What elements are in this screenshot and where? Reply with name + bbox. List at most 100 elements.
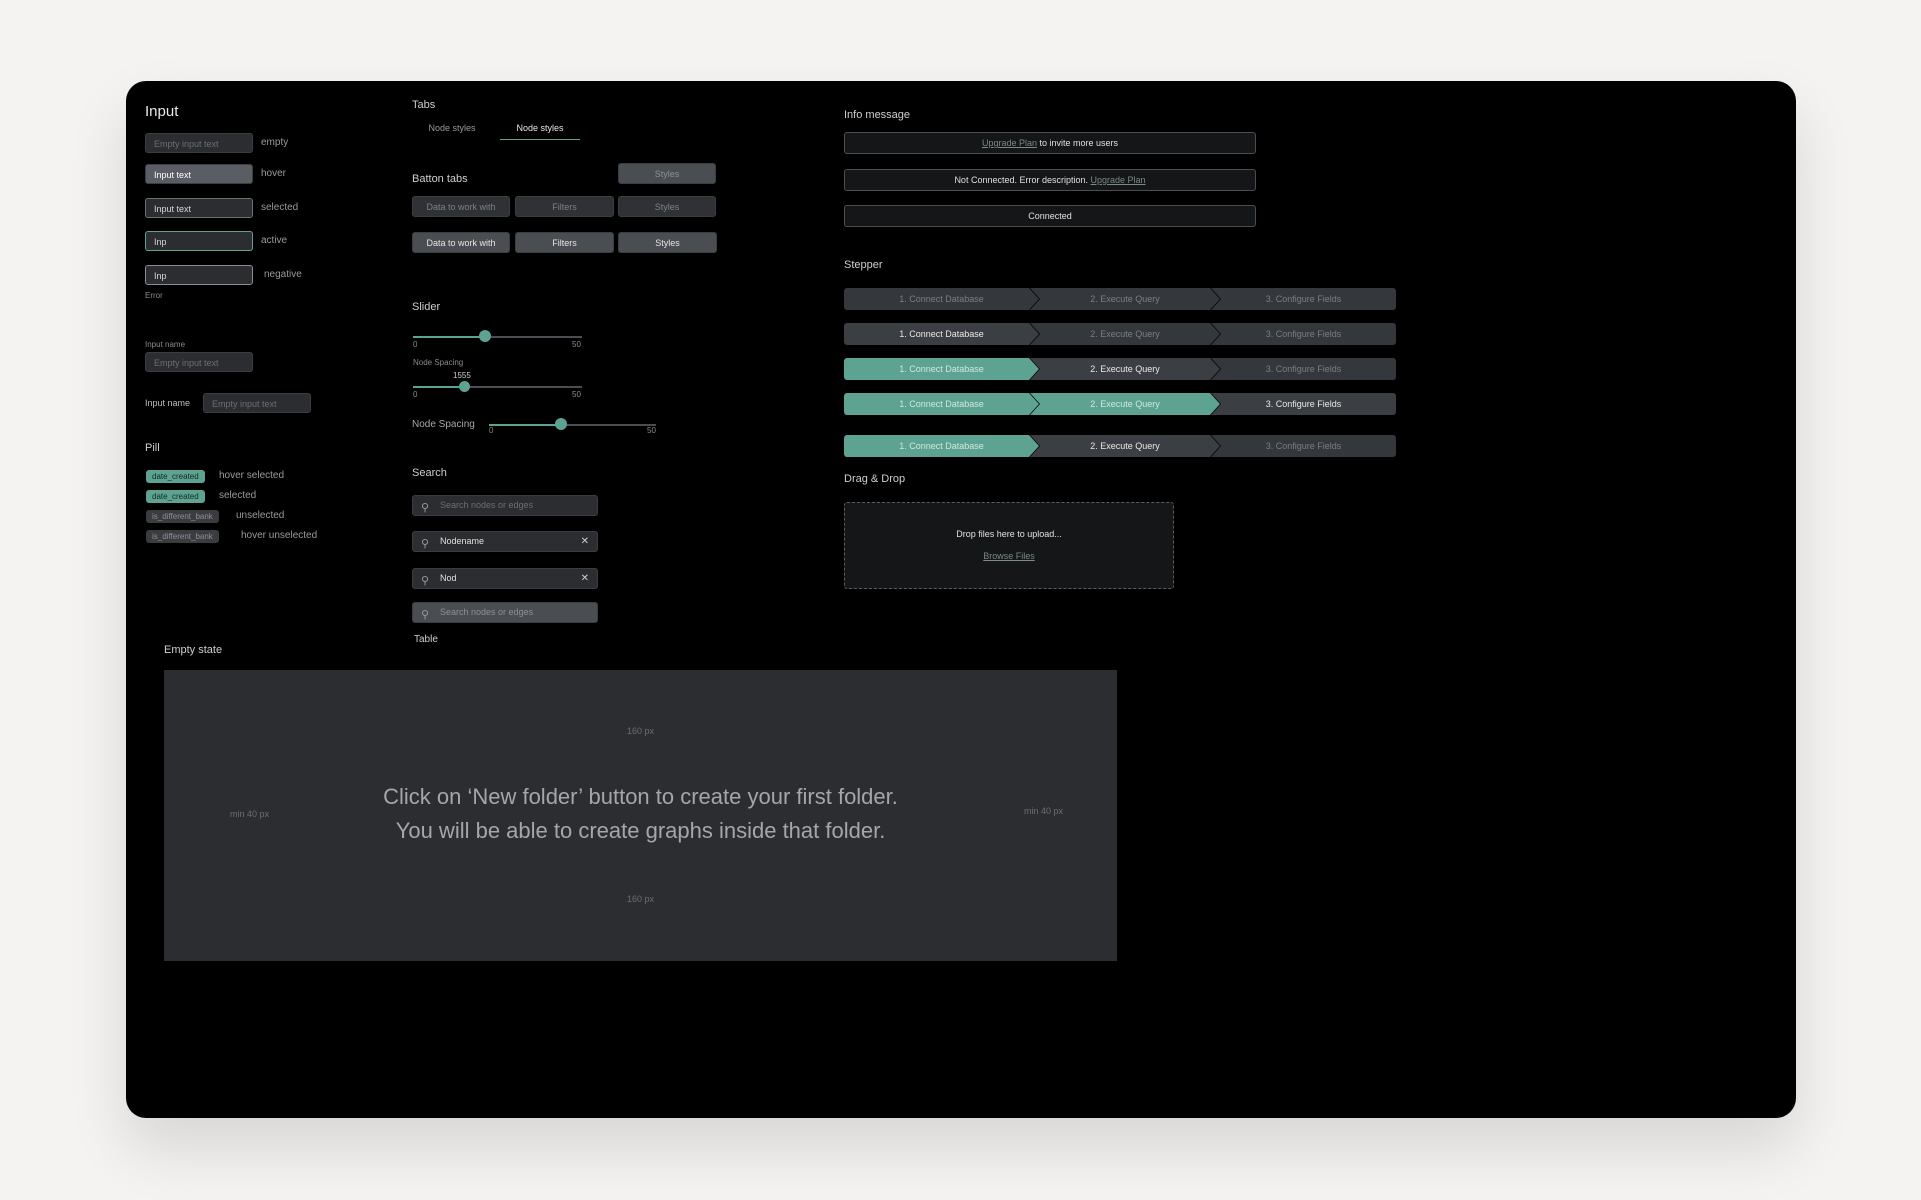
button-tab-filters-active[interactable]: Filters bbox=[515, 232, 614, 253]
step-execute-query[interactable]: 2. Execute Query bbox=[1030, 358, 1220, 380]
step-connect-database[interactable]: 1. Connect Database bbox=[844, 323, 1039, 345]
slider-2-handle[interactable] bbox=[459, 381, 470, 392]
slider-2-min: 0 bbox=[413, 390, 418, 399]
button-tab-styles[interactable]: Styles bbox=[618, 196, 716, 217]
spacing-top-label: 160 px bbox=[626, 726, 655, 736]
pill-state-hover-selected: hover selected bbox=[219, 470, 285, 481]
info-message-connected: Connected bbox=[844, 205, 1256, 227]
input-name-label: Input name bbox=[145, 340, 186, 349]
input-negative[interactable]: Inp bbox=[145, 265, 253, 285]
slider-2-value: 1555 bbox=[453, 371, 471, 380]
close-icon[interactable]: ✕ bbox=[581, 532, 589, 551]
search-placeholder-hover: Search nodes or edges bbox=[440, 607, 534, 617]
pill-state-hover-unselected: hover unselected bbox=[241, 530, 318, 541]
button-tabs-section-title: Batton tabs bbox=[412, 173, 468, 185]
drop-zone[interactable]: Drop files here to upload... Browse File… bbox=[844, 502, 1174, 589]
input-name-inline-label: Input name bbox=[145, 398, 191, 408]
drop-zone-text: Drop files here to upload... bbox=[956, 529, 1062, 539]
slider-1-min: 0 bbox=[413, 340, 418, 349]
stepper-row-1: 1. Connect Database 2. Execute Query 3. … bbox=[844, 288, 1396, 310]
stepper-row-5: 1. Connect Database 2. Execute Query 3. … bbox=[844, 435, 1396, 457]
button-tab-styles-active[interactable]: Styles bbox=[618, 232, 717, 253]
slider-2-fill bbox=[413, 386, 465, 388]
state-label-empty: empty bbox=[261, 137, 289, 148]
state-label-hover: hover bbox=[261, 168, 287, 179]
tab-node-styles-1[interactable]: Node styles bbox=[412, 117, 492, 139]
tab-node-styles-2[interactable]: Node styles bbox=[500, 117, 580, 140]
search-icon: ⚲ bbox=[421, 575, 430, 587]
step-execute-query[interactable]: 2. Execute Query bbox=[1030, 288, 1220, 310]
slider-section-title: Slider bbox=[412, 301, 441, 313]
slider-1-handle[interactable] bbox=[479, 330, 491, 342]
search-input-hover[interactable]: ⚲ Search nodes or edges bbox=[412, 602, 598, 623]
input-section-title: Input bbox=[145, 103, 179, 120]
browse-files-link[interactable]: Browse Files bbox=[845, 551, 1173, 561]
search-icon: ⚲ bbox=[421, 538, 430, 550]
step-execute-query[interactable]: 2. Execute Query bbox=[1030, 435, 1220, 457]
stepper-section-title: Stepper bbox=[844, 259, 883, 271]
pill-unselected[interactable]: is_different_bank bbox=[146, 510, 219, 523]
search-icon: ⚲ bbox=[421, 502, 430, 514]
table-label: Table bbox=[414, 634, 438, 645]
step-configure-fields[interactable]: 3. Configure Fields bbox=[1211, 358, 1396, 380]
pill-selected[interactable]: date_created bbox=[146, 490, 205, 503]
step-execute-query[interactable]: 2. Execute Query bbox=[1030, 393, 1220, 415]
error-message-text: Not Connected. Error description. bbox=[954, 175, 1091, 185]
empty-state-line-2: You will be able to create graphs inside… bbox=[395, 818, 886, 843]
search-input-typing[interactable]: ⚲ Nod ✕ bbox=[412, 568, 598, 589]
search-input-empty[interactable]: ⚲ Search nodes or edges bbox=[412, 495, 598, 516]
empty-state-line-1: Click on ‘New folder’ button to create y… bbox=[383, 784, 898, 809]
close-icon[interactable]: ✕ bbox=[581, 569, 589, 588]
slider-3-fill bbox=[489, 424, 559, 426]
info-section-title: Info message bbox=[844, 109, 911, 121]
input-hover[interactable]: Input text bbox=[145, 164, 253, 184]
input-active[interactable]: Inp bbox=[145, 231, 253, 251]
step-connect-database[interactable]: 1. Connect Database bbox=[844, 358, 1039, 380]
pill-state-unselected: unselected bbox=[236, 510, 285, 521]
slider-1-fill bbox=[413, 336, 485, 338]
slider-1-max: 50 bbox=[572, 340, 581, 349]
info-message-upgrade: Upgrade Plan to invite more users bbox=[844, 132, 1256, 154]
search-input-filled[interactable]: ⚲ Nodename ✕ bbox=[412, 531, 598, 552]
input-selected[interactable]: Input text bbox=[145, 198, 253, 218]
step-configure-fields[interactable]: 3. Configure Fields bbox=[1211, 393, 1396, 415]
step-configure-fields[interactable]: 3. Configure Fields bbox=[1211, 323, 1396, 345]
spacing-bottom-label: 160 px bbox=[626, 894, 655, 904]
step-configure-fields[interactable]: 3. Configure Fields bbox=[1211, 435, 1396, 457]
button-tab-styles-single[interactable]: Styles bbox=[618, 163, 716, 184]
button-tab-data-active[interactable]: Data to work with bbox=[412, 232, 510, 253]
pill-state-selected: selected bbox=[219, 490, 257, 501]
input-empty[interactable]: Empty input text bbox=[145, 133, 253, 153]
step-connect-database[interactable]: 1. Connect Database bbox=[844, 288, 1039, 310]
input-with-label[interactable]: Empty input text bbox=[145, 352, 253, 372]
step-connect-database[interactable]: 1. Connect Database bbox=[844, 435, 1039, 457]
upgrade-plan-link[interactable]: Upgrade Plan bbox=[982, 138, 1037, 148]
pill-hover-selected[interactable]: date_created bbox=[146, 470, 205, 483]
info-message-text: to invite more users bbox=[1037, 138, 1119, 148]
input-error-text: Error bbox=[145, 291, 163, 300]
info-message-error: Not Connected. Error description. Upgrad… bbox=[844, 169, 1256, 191]
input-inline[interactable]: Empty input text bbox=[203, 393, 311, 413]
search-value: Nodename bbox=[440, 536, 485, 546]
button-tab-data[interactable]: Data to work with bbox=[412, 196, 510, 217]
dragdrop-section-title: Drag & Drop bbox=[844, 473, 906, 485]
slider-3-handle[interactable] bbox=[555, 418, 567, 430]
pill-hover-unselected[interactable]: is_different_bank bbox=[146, 530, 219, 543]
stepper-row-2: 1. Connect Database 2. Execute Query 3. … bbox=[844, 323, 1396, 345]
empty-state-container: 160 px min 40 px min 40 px Click on ‘New… bbox=[164, 670, 1117, 961]
stepper-row-4: 1. Connect Database 2. Execute Query 3. … bbox=[844, 393, 1396, 415]
search-placeholder: Search nodes or edges bbox=[440, 500, 534, 510]
step-connect-database[interactable]: 1. Connect Database bbox=[844, 393, 1039, 415]
state-label-negative: negative bbox=[264, 269, 302, 280]
slider-3-max: 50 bbox=[647, 426, 656, 435]
step-execute-query[interactable]: 2. Execute Query bbox=[1030, 323, 1220, 345]
search-icon: ⚲ bbox=[421, 609, 430, 621]
state-label-active: active bbox=[261, 235, 288, 246]
button-tab-filters[interactable]: Filters bbox=[515, 196, 614, 217]
upgrade-plan-link-2[interactable]: Upgrade Plan bbox=[1091, 175, 1146, 185]
slider-2-max: 50 bbox=[572, 390, 581, 399]
search-value-partial: Nod bbox=[440, 573, 457, 583]
slider-2-label: Node Spacing bbox=[413, 358, 464, 367]
step-configure-fields[interactable]: 3. Configure Fields bbox=[1211, 288, 1396, 310]
pill-section-title: Pill bbox=[145, 442, 160, 454]
